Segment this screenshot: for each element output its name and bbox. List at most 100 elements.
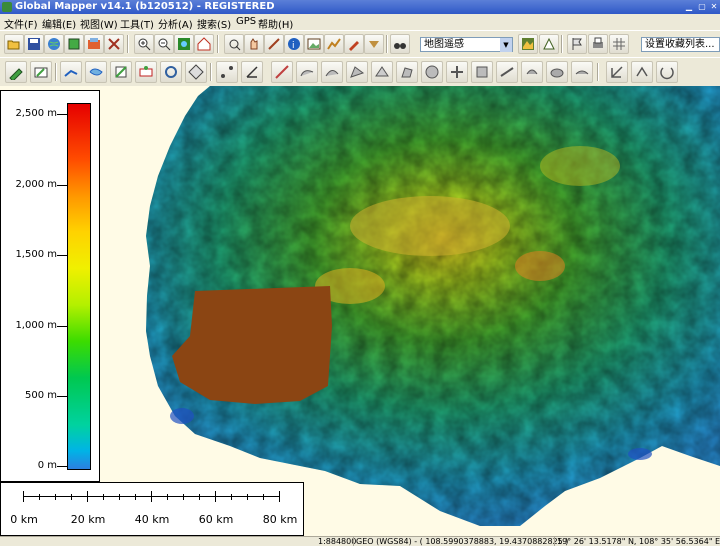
menu-view[interactable]: 视图(W) — [80, 16, 118, 31]
projection-select[interactable]: 地图遥感 ▼ — [420, 37, 513, 52]
ridge-3 — [515, 251, 565, 281]
title-bar: Global Mapper v14.1 (b120512) - REGISTER… — [0, 0, 720, 14]
shape-9-button[interactable] — [496, 61, 518, 83]
water-body-2 — [628, 448, 652, 460]
redo-button[interactable] — [631, 61, 653, 83]
window-title: Global Mapper v14.1 (b120512) - REGISTER… — [15, 1, 275, 12]
print-button[interactable] — [588, 34, 608, 54]
image-tool-button[interactable] — [304, 34, 324, 54]
shape-8-button[interactable] — [471, 61, 493, 83]
draw-line-button[interactable] — [271, 61, 293, 83]
favorites-select[interactable]: 设置收藏列表... — [641, 37, 720, 52]
scale-tick — [23, 491, 24, 502]
scale-tick — [151, 491, 152, 502]
digitize-tool-button[interactable] — [344, 34, 364, 54]
close-icon[interactable]: ✕ — [709, 2, 719, 12]
info-tool-button[interactable]: i — [284, 34, 304, 54]
pan-tool-button[interactable] — [244, 34, 264, 54]
legend-tick — [57, 114, 67, 115]
legend-label: 1,000 m — [15, 320, 57, 331]
terrain-map[interactable] — [0, 86, 720, 536]
scale-tick — [87, 491, 88, 502]
favorites-select-value: 设置收藏列表... — [645, 39, 715, 50]
menu-help[interactable]: 帮助(H) — [258, 16, 293, 31]
legend-label: 500 m — [24, 390, 57, 401]
3d-view-button[interactable] — [518, 34, 538, 54]
flag-button[interactable] — [567, 34, 587, 54]
scale-tick — [247, 494, 248, 500]
legend-label: 2,000 m — [15, 179, 57, 190]
create-rect-button[interactable] — [110, 61, 132, 83]
profile-tool-button[interactable] — [324, 34, 344, 54]
grid-tool-button[interactable] — [185, 61, 207, 83]
undo-button[interactable] — [606, 61, 628, 83]
shape-7-button[interactable] — [446, 61, 468, 83]
circle-button[interactable] — [160, 61, 182, 83]
scale-tick — [135, 494, 136, 500]
projection-select-value: 地图遥感 — [424, 39, 464, 50]
chevron-down-icon[interactable]: ▼ — [500, 38, 512, 52]
ridge-1 — [350, 196, 510, 256]
zoom-out-button[interactable] — [154, 34, 174, 54]
create-point-button[interactable] — [30, 61, 52, 83]
map-view[interactable] — [0, 86, 720, 536]
legend-tick — [57, 326, 67, 327]
grid-button[interactable] — [609, 34, 629, 54]
menu-analysis[interactable]: 分析(A) — [158, 16, 193, 31]
maximize-icon[interactable]: ▢ — [697, 2, 707, 12]
elevation-legend: 2,500 m 2,000 m 1,500 m 1,000 m 500 m 0 … — [0, 90, 100, 482]
digitizer-toolbar — [0, 57, 720, 87]
shape-11-button[interactable] — [546, 61, 568, 83]
scale-tick — [103, 494, 104, 500]
shape-10-button[interactable] — [521, 61, 543, 83]
zoom-tool-button[interactable] — [224, 34, 244, 54]
vertex-button[interactable] — [216, 61, 238, 83]
overlay-button[interactable] — [539, 34, 559, 54]
legend-tick — [57, 396, 67, 397]
dropdown-tool-button[interactable] — [364, 34, 384, 54]
ridge-4 — [540, 146, 620, 186]
shape-6-button[interactable] — [421, 61, 443, 83]
split-button[interactable] — [241, 61, 263, 83]
shape-12-button[interactable] — [571, 61, 593, 83]
globe-button[interactable] — [44, 34, 64, 54]
layer-button[interactable] — [84, 34, 104, 54]
scale-tick — [55, 494, 56, 500]
zoom-in-button[interactable] — [134, 34, 154, 54]
scale-tick — [183, 494, 184, 500]
open-button[interactable] — [4, 34, 24, 54]
shape-3-button[interactable] — [346, 61, 368, 83]
menu-search[interactable]: 搜索(S) — [197, 16, 231, 31]
scale-label: 40 km — [134, 513, 170, 526]
shape-2-button[interactable] — [321, 61, 343, 83]
create-line-button[interactable] — [60, 61, 82, 83]
menu-file[interactable]: 文件(F) — [4, 16, 38, 31]
config-button[interactable] — [104, 34, 124, 54]
shape-4-button[interactable] — [371, 61, 393, 83]
land-patch — [172, 286, 332, 404]
measure-tool-button[interactable] — [264, 34, 284, 54]
create-area-button[interactable] — [85, 61, 107, 83]
scale-tick — [279, 491, 280, 502]
menu-tools[interactable]: 工具(T) — [120, 16, 154, 31]
legend-tick — [57, 255, 67, 256]
full-view-button[interactable] — [174, 34, 194, 54]
shape-5-button[interactable] — [396, 61, 418, 83]
home-button[interactable] — [194, 34, 214, 54]
edit-tool-button[interactable] — [5, 61, 27, 83]
legend-tick — [57, 185, 67, 186]
minimize-icon[interactable]: ▁ — [684, 2, 694, 12]
save-button[interactable] — [24, 34, 44, 54]
scale-label: 60 km — [198, 513, 234, 526]
menu-edit[interactable]: 编辑(E) — [42, 16, 76, 31]
binoculars-button[interactable] — [390, 34, 410, 54]
menu-gps[interactable]: GPS — [236, 16, 256, 27]
export-button[interactable] — [64, 34, 84, 54]
scale-label: 0 km — [10, 513, 38, 526]
code-button[interactable] — [135, 61, 157, 83]
elevation-colorbar — [67, 103, 91, 470]
shape-1-button[interactable] — [296, 61, 318, 83]
legend-label: 2,500 m — [15, 108, 57, 119]
scale-tick — [119, 494, 120, 500]
rotate-button[interactable] — [656, 61, 678, 83]
